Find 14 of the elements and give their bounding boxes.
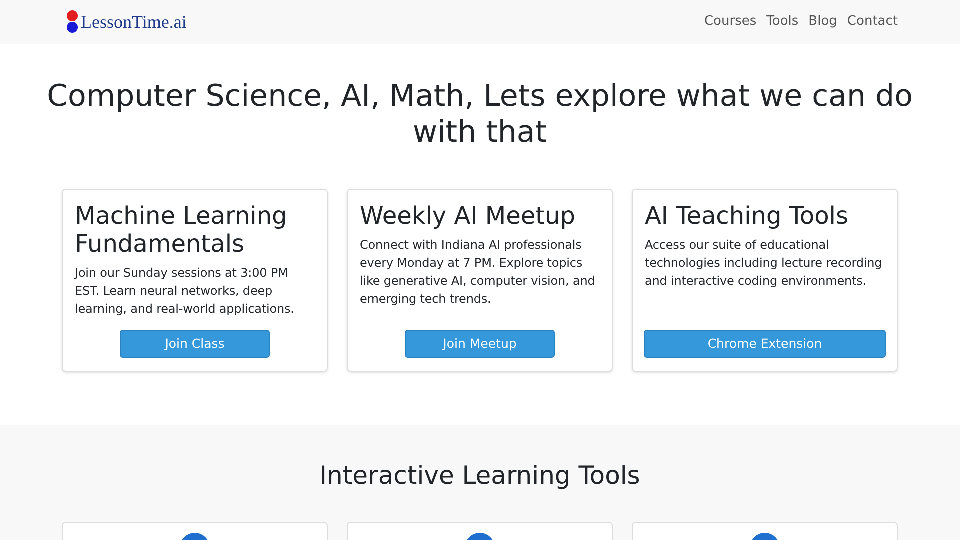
nav-link[interactable]: Blog xyxy=(808,12,838,32)
card-text: Access our suite of educational technologies including lecture recording and interactive coding environments. xyxy=(645,237,884,290)
logo-icon xyxy=(66,10,79,34)
card-text: Connect with Indiana AI professionals every Monday at 7 PM. Explore topics like generative AI, computer vision, and emerging tech trends. xyxy=(360,237,596,308)
card-title: Machine Learning Fundamentals xyxy=(75,202,288,258)
card-text: Join our Sunday sessions at 3:00 PM EST. Learn neural networks, deep learning, and real-world applications. xyxy=(75,265,296,318)
brand-link[interactable]: LessonTime.ai xyxy=(81,8,187,36)
nav-link[interactable]: Tools xyxy=(766,12,799,32)
nav-link[interactable]: Courses xyxy=(704,12,757,32)
card-title: Weekly AI Meetup xyxy=(360,202,576,230)
card-title: AI Teaching Tools xyxy=(645,202,850,230)
nav-link[interactable]: Contact xyxy=(847,12,898,32)
hero-title: Computer Science, AI, Math, Lets explore what we can do with that xyxy=(46,79,914,151)
section-title: Interactive Learning Tools xyxy=(318,461,642,491)
